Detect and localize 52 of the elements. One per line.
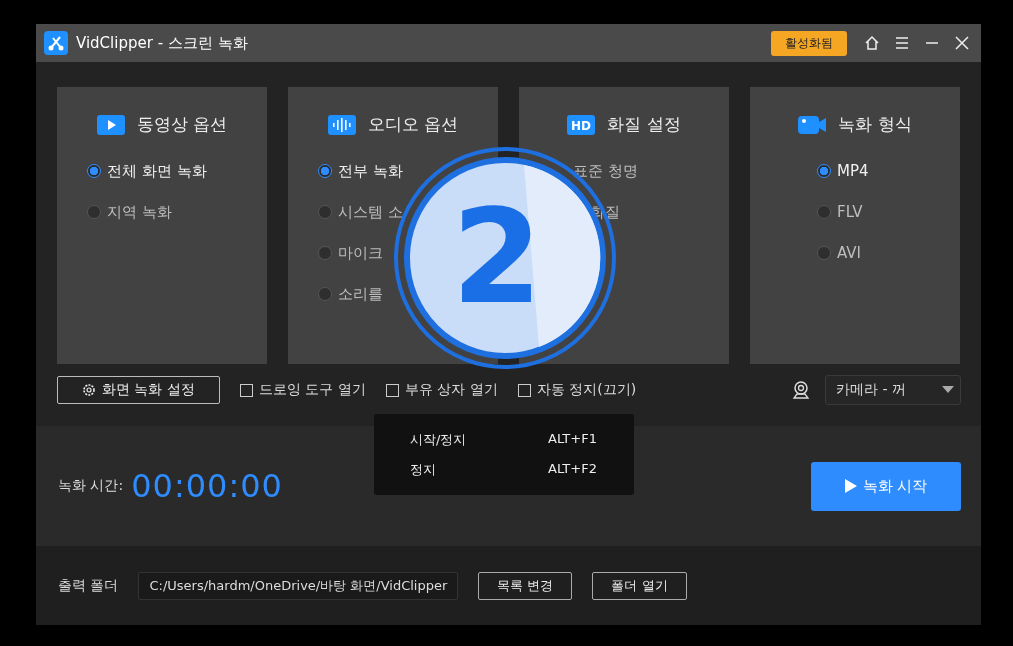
open-folder-button[interactable]: 폴더 열기	[592, 571, 687, 600]
panel-title: 오디오 옵션	[367, 113, 459, 136]
scissors-logo-icon	[44, 31, 68, 55]
hotkey-keys: ALT+F1	[548, 430, 634, 449]
play-icon	[844, 479, 857, 493]
folder-path-field[interactable]: C:/Users/hardm/OneDrive/바탕 화면/VidClipper	[138, 571, 459, 600]
checkbox[interactable]	[517, 383, 531, 397]
time-label: 녹화 시간:	[58, 477, 124, 495]
activate-button[interactable]: 활성화됨	[771, 30, 847, 56]
checkbox[interactable]	[239, 383, 253, 397]
checkbox-label: 부유 상자 열기	[404, 381, 498, 399]
option-label: AVI	[837, 244, 861, 262]
hotkey-keys: ALT+F2	[548, 460, 634, 479]
dropdown-arrow-icon	[942, 386, 954, 394]
audio-wave-icon	[327, 114, 356, 135]
option-label: 표준 청명	[573, 161, 638, 181]
option-label: 마이크	[338, 243, 383, 263]
play-icon	[96, 114, 125, 135]
option-label: MP4	[837, 162, 869, 180]
option-label: 전부 녹화	[338, 161, 403, 181]
option-label: FLV	[837, 203, 863, 221]
output-label: 출력 폴더	[58, 576, 119, 595]
hotkey-action: 정지	[410, 460, 437, 479]
radio-button[interactable]	[87, 164, 101, 178]
gear-icon	[82, 383, 96, 397]
radio-button[interactable]	[817, 246, 831, 260]
checkbox-label: 자동 정지(끄기)	[536, 381, 637, 399]
hotkey-action: 시작/정지	[410, 430, 468, 449]
window-title: VidClipper - 스크린 녹화	[76, 33, 249, 53]
radio-button[interactable]	[318, 205, 332, 219]
hd-icon: HD	[567, 114, 596, 135]
panel-title: 동영상 옵션	[136, 113, 228, 136]
option-label: 전체 화면 녹화	[107, 161, 207, 181]
checkbox[interactable]	[385, 383, 399, 397]
option-label: 지역 녹화	[107, 202, 172, 222]
radio-button[interactable]	[817, 205, 831, 219]
radio-button[interactable]	[87, 205, 101, 219]
option-label: 소리를	[338, 284, 383, 304]
record-timer: 00:00:00	[131, 467, 283, 505]
radio-button[interactable]	[318, 164, 332, 178]
webcam-icon[interactable]	[791, 380, 811, 400]
camera-select[interactable]: 카메라 - 꺼	[825, 375, 961, 405]
panel-title: 화질 설정	[607, 113, 681, 136]
radio-button[interactable]	[817, 164, 831, 178]
video-camera-icon	[798, 114, 827, 135]
panel-title: 녹화 형식	[838, 113, 912, 136]
checkbox-label: 드로잉 도구 열기	[258, 381, 366, 399]
radio-button[interactable]	[318, 246, 332, 260]
change-folder-button[interactable]: 목록 변경	[478, 571, 573, 600]
recording-settings-button[interactable]: 화면 녹화 설정	[57, 376, 220, 404]
option-label: 시스템 소	[338, 202, 403, 222]
radio-button[interactable]	[318, 287, 332, 301]
